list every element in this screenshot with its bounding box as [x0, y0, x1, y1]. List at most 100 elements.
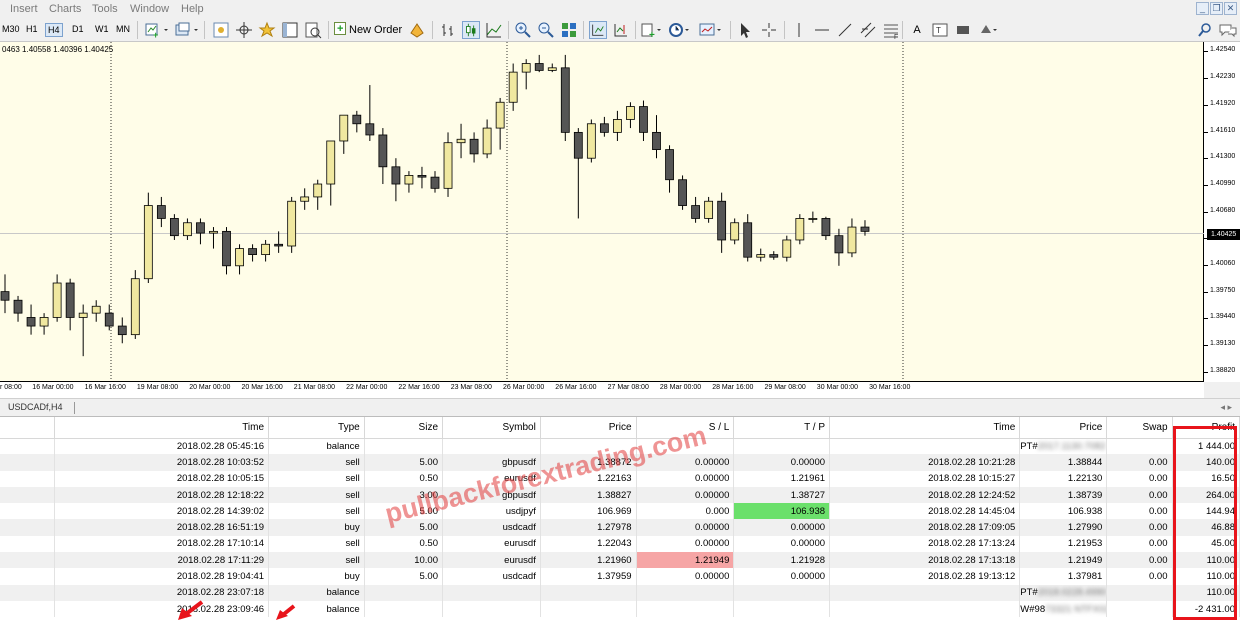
toolbar-separator [784, 21, 785, 39]
data-window-icon[interactable] [235, 21, 253, 39]
bar-chart-icon[interactable] [439, 21, 457, 39]
candle [691, 196, 700, 223]
menu-insert[interactable]: Insert [10, 3, 38, 15]
timeframe-m30-button[interactable]: M30 [0, 23, 22, 35]
equidistant-channel-icon[interactable] [859, 21, 877, 39]
restore-button[interactable]: ❐ [1210, 2, 1223, 15]
tile-windows-icon[interactable] [560, 21, 578, 39]
table-row[interactable]: 2018.02.28 23:07:18 balance PT#2018.0228.4… [0, 584, 1240, 601]
column-header-price[interactable]: Price [540, 417, 637, 439]
price-label: 1.40060 [1210, 259, 1236, 267]
new-chart-icon[interactable]: + [144, 21, 170, 39]
candlestick-icon[interactable] [462, 21, 480, 39]
fibonacci-icon[interactable]: F [882, 21, 900, 39]
timeframe-mn-button[interactable]: MN [114, 23, 132, 35]
tab-scroll-arrows[interactable]: ◂ ▸ [1220, 402, 1232, 413]
column-header-profit[interactable]: Profit [1172, 417, 1240, 439]
cell-profit: 144.94 [1172, 503, 1240, 520]
close-button[interactable]: ✕ [1224, 2, 1237, 15]
cell-profit: 264.00 [1172, 486, 1240, 504]
candle [808, 211, 818, 223]
minimize-button[interactable]: _ [1196, 2, 1209, 15]
cell-type: sell [268, 486, 365, 504]
candle [534, 54, 544, 73]
column-header-time[interactable]: Time [54, 417, 270, 439]
cell-size: 0.50 [364, 535, 444, 553]
column-header-close-price[interactable]: Price [1019, 417, 1108, 439]
candle [130, 270, 140, 339]
timeframe-d1-button[interactable]: D1 [70, 23, 86, 35]
timeframe-w1-button[interactable]: W1 [93, 23, 111, 35]
new-order-button[interactable]: New Order [334, 20, 402, 39]
candle [222, 227, 231, 275]
crosshair-icon[interactable] [760, 21, 778, 39]
cursor-icon[interactable] [736, 21, 754, 39]
cell-time: 2018.02.28 23:09:46 [54, 600, 270, 618]
price-label: 1.39130 [1210, 339, 1236, 347]
table-row[interactable]: 2018.02.28 12:18:22 sell 3.00 gbpusdf 1.3882… [0, 486, 1240, 504]
column-header-type[interactable]: Type [268, 417, 365, 439]
cell-sl: 0.00000 [636, 568, 735, 585]
table-row[interactable]: 2018.02.28 10:05:15 sell 0.50 eurusdf 1.2216… [0, 470, 1240, 487]
periods-icon[interactable] [668, 21, 692, 39]
table-row[interactable]: 2018.02.28 14:39:02 sell 5.00 usdjpyf 106.96… [0, 503, 1240, 520]
vertical-line-icon[interactable] [790, 21, 808, 39]
column-header-symbol[interactable]: Symbol [442, 417, 541, 439]
chart-tab-usdcadf-h4[interactable]: USDCADf,H4 [8, 402, 63, 412]
table-row[interactable]: 2018.02.28 17:10:14 sell 0.50 eurusdf 1.2204… [0, 535, 1240, 553]
menu-charts[interactable]: Charts [49, 3, 81, 15]
timeframe-h1-button[interactable]: H1 [24, 23, 40, 35]
auto-scroll-icon[interactable] [589, 21, 607, 39]
table-row[interactable]: 2018.02.28 17:11:29 sell 10.00 eurusdf 1.219… [0, 552, 1240, 569]
table-row[interactable]: 2018.02.28 19:04:41 buy 5.00 usdcadf 1.37959… [0, 568, 1240, 585]
column-header-swap[interactable]: Swap [1106, 417, 1173, 439]
red-arrow-icon [276, 604, 296, 620]
market-watch-icon[interactable] [212, 21, 230, 39]
text-label-icon[interactable]: T [931, 21, 949, 39]
autotrading-icon[interactable] [408, 21, 426, 39]
zoom-in-icon[interactable] [514, 21, 532, 39]
more-objects-icon[interactable] [978, 21, 1002, 39]
menu-tools[interactable]: Tools [92, 3, 118, 15]
menu-help[interactable]: Help [181, 3, 204, 15]
zoom-out-icon[interactable] [537, 21, 555, 39]
search-icon[interactable] [1196, 21, 1214, 39]
navigator-icon[interactable] [258, 21, 276, 39]
candle [417, 166, 427, 189]
templates-icon[interactable] [698, 21, 724, 39]
price-tick [1204, 51, 1208, 53]
trendline-icon[interactable] [836, 21, 854, 39]
row-order-cell [0, 519, 55, 536]
price-chart[interactable]: 0463 1.40558 1.40396 1.40425 [0, 42, 1204, 382]
column-header-tp[interactable]: T / P [733, 417, 831, 439]
timeframe-h4-button[interactable]: H4 [45, 23, 63, 37]
menu-window[interactable]: Window [130, 3, 169, 15]
candle [495, 97, 505, 150]
cell-symbol: eurusdf [442, 552, 541, 569]
candlestick-chart[interactable] [0, 42, 1204, 382]
cell-type: sell [268, 454, 365, 471]
price-tick [1204, 318, 1208, 320]
indicators-icon[interactable]: + [640, 21, 664, 39]
horizontal-line-icon[interactable] [813, 21, 831, 39]
price-label: 1.41920 [1210, 99, 1236, 107]
arrow-up-icon[interactable] [954, 21, 972, 39]
line-chart-icon[interactable] [485, 21, 503, 39]
profiles-icon[interactable] [174, 21, 200, 39]
cell-sl: 0.00000 [636, 519, 735, 536]
chat-icon[interactable] [1218, 21, 1238, 39]
candle [261, 239, 271, 262]
column-header-order[interactable] [0, 417, 55, 439]
column-header-close-time[interactable]: Time [829, 417, 1021, 439]
table-row[interactable]: 2018.02.28 16:51:19 buy 5.00 usdcadf 1.27978… [0, 519, 1240, 536]
strategy-tester-icon[interactable] [304, 21, 322, 39]
cell-profit: 1 444.00 [1172, 438, 1240, 455]
terminal-icon[interactable] [281, 21, 299, 39]
chart-shift-icon[interactable] [612, 21, 630, 39]
column-header-size[interactable]: Size [364, 417, 444, 439]
time-label: 21 Mar 08:00 [293, 384, 336, 391]
tab-separator [74, 402, 75, 414]
row-order-cell [0, 503, 55, 520]
text-tool-icon[interactable]: A [908, 21, 926, 39]
toolbar-separator [328, 21, 329, 39]
